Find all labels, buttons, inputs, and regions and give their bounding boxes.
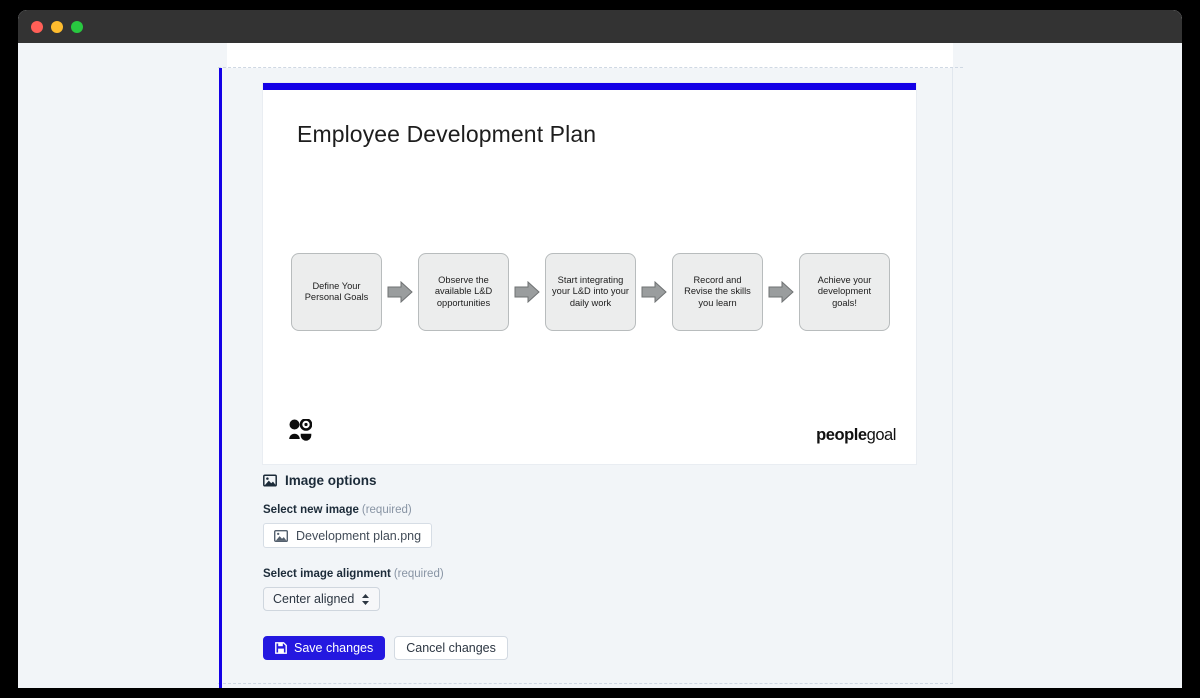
flow-arrow-4-icon [763, 277, 799, 307]
flow-step-2-label: Observe the available L&D opportunities [434, 274, 493, 308]
logo-bold-part: people [816, 426, 867, 444]
flow-step-4: Record and Revise the skills you learn [672, 253, 763, 331]
flow-step-1-label: Define Your Personal Goals [304, 280, 369, 303]
page-viewport: Employee Development Plan Define Your Pe… [18, 43, 1182, 688]
flow-step-1: Define Your Personal Goals [291, 253, 382, 331]
select-alignment-label-text: Select image alignment [263, 568, 391, 580]
selected-image-filename: Development plan.png [296, 528, 422, 543]
image-preview-card[interactable]: Employee Development Plan Define Your Pe… [263, 83, 916, 464]
flow-step-5-label: Achieve your development goals! [817, 274, 872, 308]
file-image-icon [274, 529, 288, 542]
select-new-image-label-text: Select new image [263, 504, 359, 516]
select-alignment-required: (required) [393, 568, 444, 580]
screenshot-root: Employee Development Plan Define Your Pe… [0, 0, 1200, 698]
logo-light-part: goal [866, 426, 897, 444]
minimize-window-button[interactable] [51, 21, 63, 33]
flow-arrow-2-icon [509, 277, 545, 307]
save-icon [275, 642, 287, 654]
flow-arrow-1-icon [382, 277, 418, 307]
form-actions: Save changes Cancel changes [263, 636, 923, 660]
flow-step-5: Achieve your development goals! [799, 253, 890, 331]
content-panel-above [227, 43, 953, 68]
browser-window: Employee Development Plan Define Your Pe… [18, 10, 1182, 688]
save-changes-label: Save changes [294, 641, 374, 655]
maximize-window-button[interactable] [71, 21, 83, 33]
block-bottom-divider [218, 683, 953, 684]
image-alignment-value: Center aligned [273, 592, 355, 606]
window-titlebar [18, 10, 1182, 43]
flow-step-3: Start integrating your L&D into your dai… [545, 253, 636, 331]
image-options-form: Image options Select new image (required)… [263, 473, 923, 660]
process-flow-diagram: Define Your Personal Goals Observe the a… [291, 246, 891, 338]
image-options-title: Image options [285, 473, 377, 488]
slide-title: Employee Development Plan [297, 121, 597, 147]
flow-step-4-label: Record and Revise the skills you learn [684, 274, 751, 308]
selected-image-file[interactable]: Development plan.png [263, 523, 433, 548]
image-alignment-select[interactable]: Center aligned [263, 587, 381, 611]
select-alignment-label: Select image alignment (required) [263, 568, 923, 580]
flow-step-2: Observe the available L&D opportunities [418, 253, 509, 331]
flow-arrow-3-icon [636, 277, 672, 307]
flow-step-3-label: Start integrating your L&D into your dai… [552, 274, 629, 308]
select-new-image-label: Select new image (required) [263, 504, 923, 516]
select-new-image-required: (required) [361, 504, 412, 516]
cancel-changes-label: Cancel changes [406, 641, 496, 655]
people-icon [288, 418, 313, 446]
slide-accent-bar [263, 83, 916, 90]
close-window-button[interactable] [31, 21, 43, 33]
chevron-updown-icon [361, 593, 370, 606]
image-icon [263, 474, 277, 487]
block-selection-bar [219, 68, 222, 688]
cancel-changes-button[interactable]: Cancel changes [394, 636, 508, 660]
image-options-header: Image options [263, 473, 923, 488]
save-changes-button[interactable]: Save changes [263, 636, 386, 660]
peoplegoal-logo: peoplegoal [816, 426, 896, 445]
traffic-lights [31, 21, 83, 33]
